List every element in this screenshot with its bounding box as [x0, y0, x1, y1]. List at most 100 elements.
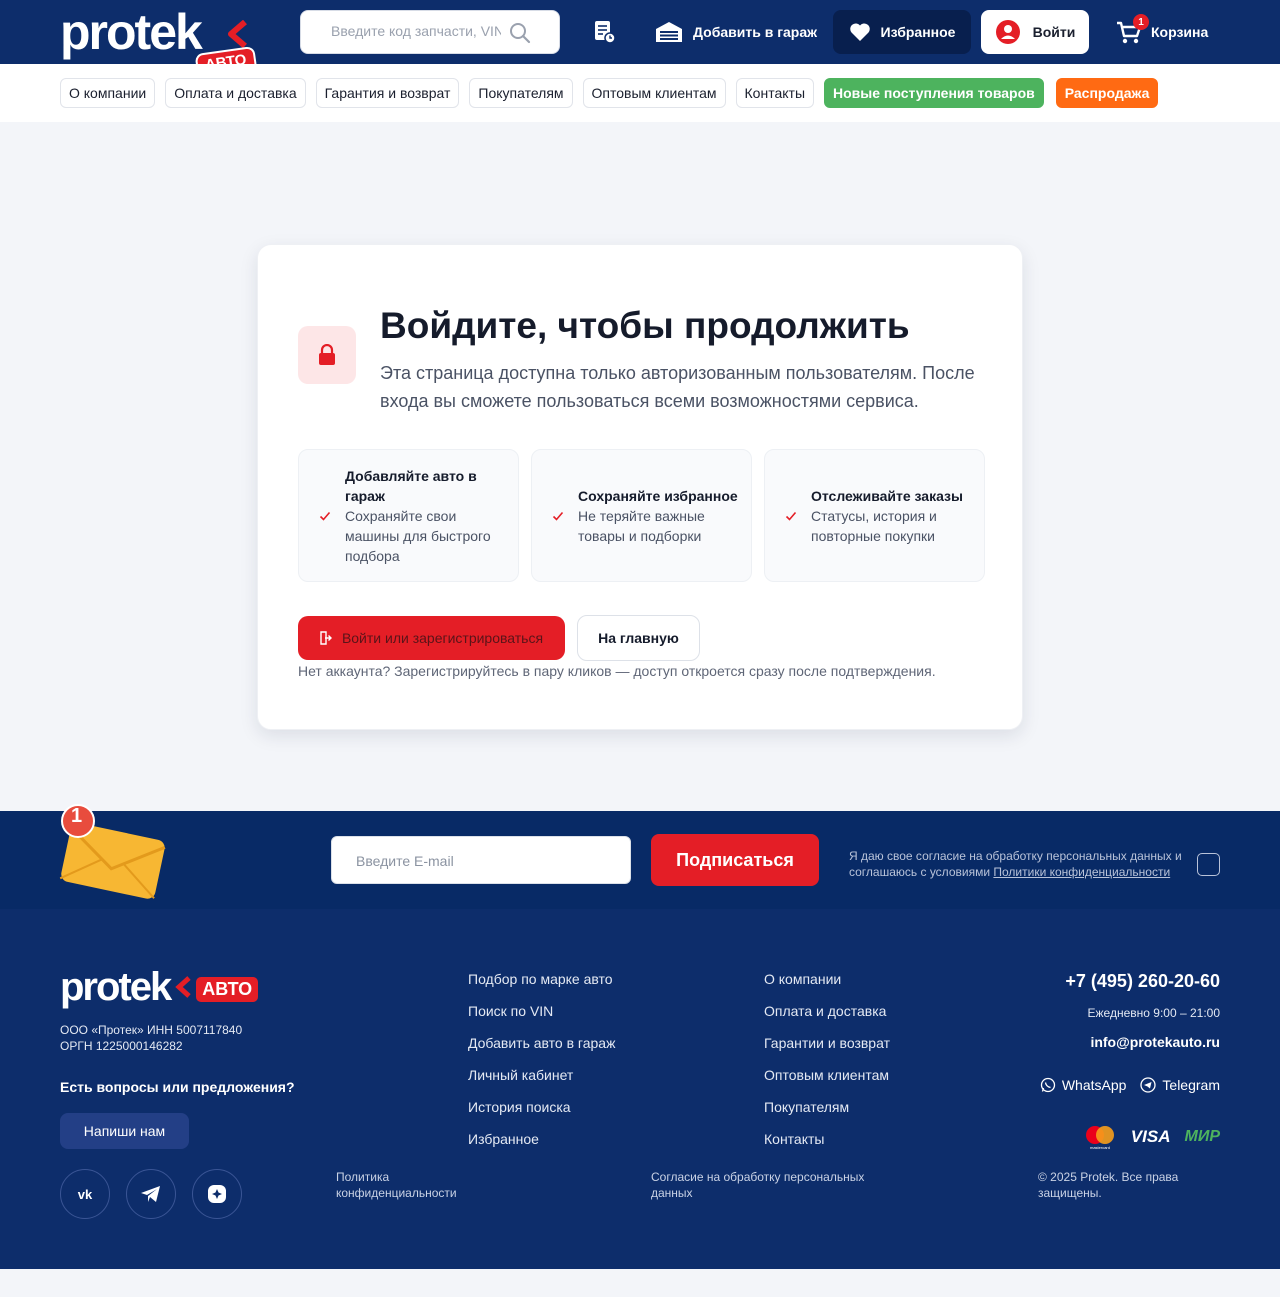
logo-chevron-icon [175, 976, 191, 998]
messenger-links: WhatsApp Telegram [1040, 1077, 1220, 1093]
favorites-button[interactable]: Избранное [833, 10, 971, 54]
data-consent-link[interactable]: Согласие на обработку персональных данны… [651, 1169, 891, 1201]
order-history-icon[interactable] [590, 18, 618, 46]
email-input[interactable] [356, 853, 606, 869]
login-required-card: Войдите, чтобы продолжить Эта страница д… [257, 244, 1023, 730]
star-badge-icon [208, 1185, 226, 1203]
footer-link[interactable]: Избранное [468, 1129, 615, 1149]
heart-icon [849, 23, 870, 41]
check-icon [319, 511, 331, 521]
feature-title: Добавляйте авто в гараж [345, 467, 477, 504]
footer-link[interactable]: Гарантии и возврат [764, 1033, 890, 1053]
login-label: Войти [1032, 24, 1076, 40]
footer-links-services: Подбор по марке авто Поиск по VIN Добави… [468, 969, 615, 1149]
mastercard-text: mastercard [1090, 1145, 1110, 1150]
feature-card-orders: Отслеживайте заказы Статусы, история и п… [764, 449, 985, 582]
subscribe-button[interactable]: Подписаться [651, 834, 819, 886]
nav-item-warranty[interactable]: Гарантия и возврат [315, 78, 460, 108]
search-icon[interactable] [509, 22, 531, 44]
cart-button[interactable]: 1 Корзина [1115, 14, 1209, 48]
whatsapp-link[interactable]: WhatsApp [1040, 1077, 1127, 1093]
privacy-policy-footer-link[interactable]: Политика конфиденциальности [336, 1169, 486, 1201]
main-nav: О компании Оплата и доставка Гарантия и … [0, 64, 1280, 122]
consent-checkbox[interactable] [1197, 853, 1220, 876]
vk-link[interactable]: vk [60, 1169, 110, 1219]
login-arrow-icon [320, 631, 332, 645]
company-info: ООО «Протек» ИНН 5007117840 ОРГН 1225000… [60, 1022, 242, 1054]
telegram-label: Telegram [1162, 1077, 1220, 1093]
search-box [300, 10, 560, 54]
add-garage-label: Добавить в гараж [693, 24, 818, 40]
login-register-button[interactable]: Войти или зарегистрироваться [298, 616, 565, 660]
telegram-icon [141, 1186, 160, 1202]
nav-item-payment-delivery[interactable]: Оплата и доставка [165, 78, 306, 108]
telegram-icon [1140, 1077, 1157, 1093]
logo-chevron-icon [228, 20, 247, 48]
telegram-text-link[interactable]: Telegram [1140, 1077, 1220, 1093]
company-ogrn: ОРГН 1225000146282 [60, 1039, 183, 1053]
login-register-label: Войти или зарегистрироваться [341, 630, 544, 646]
footer-link[interactable]: Покупателям [764, 1097, 890, 1117]
payment-methods: mastercard VISA МИР [1083, 1124, 1220, 1150]
nav-item-about[interactable]: О компании [60, 78, 156, 108]
footer-link[interactable]: Личный кабинет [468, 1065, 615, 1085]
max-link[interactable] [192, 1169, 242, 1219]
cart-count-badge: 1 [1133, 14, 1149, 30]
email-link[interactable]: info@protekauto.ru [1065, 1034, 1220, 1050]
nav-item-wholesale[interactable]: Оптовым клиентам [582, 78, 726, 108]
footer-link[interactable]: Добавить авто в гараж [468, 1033, 615, 1053]
footer-link[interactable]: Подбор по марке авто [468, 969, 615, 989]
check-icon [785, 511, 797, 521]
features-list: Добавляйте авто в гараж Сохраняйте свои … [298, 449, 985, 582]
feature-desc: Статусы, история и повторные покупки [811, 507, 937, 544]
lock-icon [319, 344, 335, 365]
footer-logo[interactable]: protek АВТО [60, 965, 259, 1009]
footer-logo-text: protek [60, 965, 172, 1009]
feature-desc: Сохраняйте свои машины для быстрого подб… [345, 507, 491, 564]
svg-text:vk: vk [78, 1187, 93, 1201]
garage-icon [656, 22, 682, 42]
nav-item-buyers[interactable]: Покупателям [469, 78, 573, 108]
favorites-label: Избранное [880, 24, 956, 40]
nav-item-sale[interactable]: Распродажа [1055, 78, 1159, 108]
envelope-badge: 1 [71, 805, 83, 827]
check-icon [552, 511, 564, 521]
privacy-policy-link[interactable]: Политики конфиденциальности [993, 865, 1170, 879]
working-hours: Ежедневно 9:00 – 21:00 [1087, 1006, 1220, 1020]
footer-contacts: +7 (495) 260-20-60 Ежедневно 9:00 – 21:0… [1065, 971, 1220, 1050]
whatsapp-label: WhatsApp [1061, 1077, 1127, 1093]
write-us-button[interactable]: Напиши нам [60, 1113, 189, 1149]
social-links: vk [60, 1169, 242, 1219]
logo-text: protek [60, 4, 203, 60]
cart-label: Корзина [1151, 24, 1209, 40]
footer-link[interactable]: Оптовым клиентам [764, 1065, 890, 1085]
login-button[interactable]: Войти [981, 10, 1089, 54]
footer-link[interactable]: Оплата и доставка [764, 1001, 890, 1021]
home-button[interactable]: На главную [577, 615, 700, 661]
phone-link[interactable]: +7 (495) 260-20-60 [1065, 971, 1220, 992]
visa-icon: VISA [1130, 1127, 1171, 1146]
footer-logo-badge: АВТО [196, 976, 259, 1002]
footer-link[interactable]: Поиск по VIN [468, 1001, 615, 1021]
feedback-heading: Есть вопросы или предложения? [60, 1079, 295, 1095]
nav-item-new-arrivals[interactable]: Новые поступления товаров [824, 78, 1044, 108]
nav-item-contacts[interactable]: Контакты [735, 78, 815, 108]
email-field [331, 836, 631, 884]
vk-icon: vk [78, 1187, 93, 1201]
footer-link[interactable]: О компании [764, 969, 890, 989]
feature-desc: Не теряйте важные товары и подборки [578, 507, 705, 544]
telegram-link[interactable] [126, 1169, 176, 1219]
user-icon [995, 20, 1020, 44]
footer-link[interactable]: История поиска [468, 1097, 615, 1117]
footer-links-company: О компании Оплата и доставка Гарантии и … [764, 969, 890, 1149]
footer-link[interactable]: Контакты [764, 1129, 890, 1149]
add-garage-button[interactable]: Добавить в гараж [655, 20, 817, 44]
register-note: Нет аккаунта? Зарегистрируйтесь в пару к… [298, 663, 936, 679]
feature-card-favorites: Сохраняйте избранное Не теряйте важные т… [531, 449, 752, 582]
company-inn: ООО «Протек» ИНН 5007117840 [60, 1023, 243, 1037]
copyright: © 2025 Protek. Все права защищены. [1038, 1170, 1179, 1200]
consent-text: Я даю свое согласие на обработку персона… [849, 848, 1189, 880]
mir-icon: МИР [1184, 1128, 1220, 1145]
lock-icon-box [298, 326, 356, 384]
search-input[interactable] [331, 23, 501, 39]
